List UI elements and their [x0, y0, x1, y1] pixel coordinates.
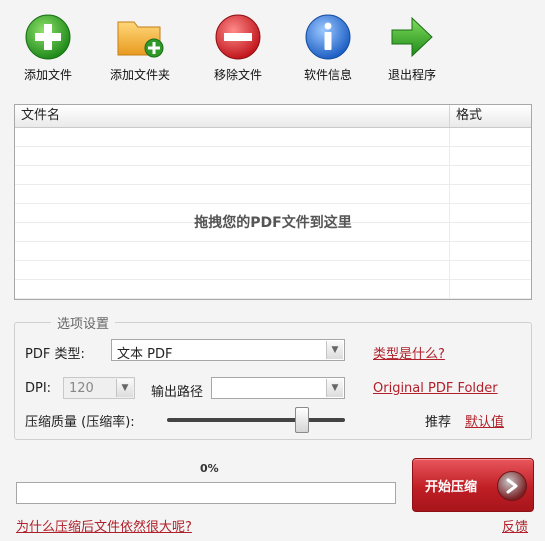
file-list[interactable]: 文件名 格式 拖拽您的PDF文件到这里: [14, 104, 532, 300]
column-header-filename[interactable]: 文件名: [21, 105, 60, 127]
start-compress-button[interactable]: 开始压缩: [412, 458, 534, 512]
add-folder-icon: [117, 21, 164, 58]
add-folder-label: 添加文件夹: [109, 68, 170, 82]
pdf-type-value: 文本 PDF: [117, 347, 173, 362]
arrow-right-icon: [497, 471, 527, 501]
chevron-down-icon[interactable]: ▼: [326, 379, 343, 397]
info-icon: [305, 14, 351, 60]
output-path-select[interactable]: ▼: [211, 377, 345, 399]
recommend-label: 推荐: [425, 415, 452, 430]
about-label: 软件信息: [303, 68, 352, 82]
remove-file-button[interactable]: 移除文件: [196, 8, 280, 88]
column-header-format[interactable]: 格式: [449, 105, 531, 127]
file-list-header: 文件名 格式: [15, 105, 531, 128]
output-path-label: 输出路径: [151, 385, 204, 400]
add-file-label: 添加文件: [23, 68, 72, 82]
options-title: 选项设置: [51, 313, 116, 332]
what-type-link[interactable]: 类型是什么?: [373, 343, 445, 362]
dpi-select[interactable]: 120 ▼: [63, 377, 135, 399]
quality-slider-track[interactable]: [167, 418, 345, 422]
progress-bar: [16, 482, 396, 504]
exit-arrow-icon: [391, 16, 433, 58]
remove-file-label: 移除文件: [213, 68, 262, 82]
exit-button[interactable]: 退出程序: [370, 8, 454, 88]
remove-icon: [215, 14, 261, 60]
exit-label: 退出程序: [387, 68, 436, 82]
default-value-link[interactable]: 默认值: [465, 411, 504, 430]
chevron-down-icon[interactable]: ▼: [116, 379, 133, 397]
quality-slider-thumb[interactable]: [294, 407, 309, 433]
dpi-label: DPI:: [25, 381, 52, 396]
add-file-button[interactable]: 添加文件: [6, 8, 90, 88]
add-icon: [25, 14, 71, 60]
quality-label: 压缩质量 (压缩率):: [25, 415, 135, 430]
output-folder-link[interactable]: Original PDF Folder: [373, 381, 498, 396]
pdf-type-label: PDF 类型:: [25, 347, 85, 362]
chevron-down-icon[interactable]: ▼: [326, 341, 343, 359]
start-compress-label: 开始压缩: [425, 480, 478, 495]
pdf-type-select[interactable]: 文本 PDF ▼: [111, 339, 345, 362]
feedback-link[interactable]: 反馈: [502, 516, 528, 535]
options-group: 选项设置 PDF 类型: 文本 PDF ▼ 类型是什么? DPI: 120 ▼ …: [14, 313, 532, 440]
progress-percent: 0%: [200, 462, 219, 475]
dpi-value: 120: [69, 381, 94, 396]
drop-hint: 拖拽您的PDF文件到这里: [194, 215, 352, 231]
why-still-big-link[interactable]: 为什么压缩后文件依然很大呢?: [16, 516, 192, 535]
toolbar: 添加文件 添加文件夹 移除文件 软件信息 退出程序: [0, 0, 545, 92]
about-button[interactable]: 软件信息: [286, 8, 370, 88]
file-list-body[interactable]: 拖拽您的PDF文件到这里: [15, 128, 531, 299]
add-folder-button[interactable]: 添加文件夹: [98, 8, 182, 88]
